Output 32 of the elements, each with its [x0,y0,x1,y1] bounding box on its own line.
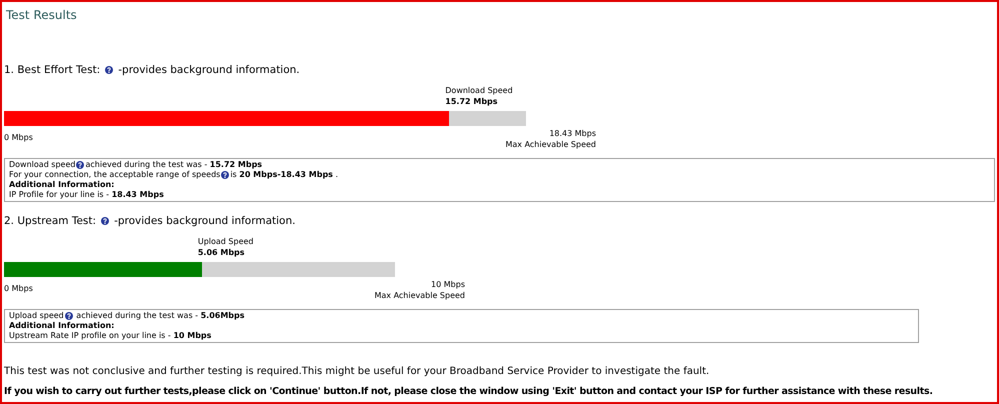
heading-description: -provides background information. [118,63,300,77]
help-icon[interactable] [64,312,73,320]
info-line: IP Profile for your line is - 18.43 Mbps [9,190,164,200]
speed-label: Upload Speed [198,236,254,247]
help-icon[interactable] [76,161,84,169]
help-icon[interactable] [105,66,114,74]
info-subheading: Additional Information: [9,321,114,331]
info-text: Upload speed [9,311,64,321]
speed-value: 5.06 Mbps [198,247,245,258]
speed-value: 15.72 Mbps [445,96,498,107]
info-text: achieved during the test was - 15.72 Mbps [85,160,262,170]
test-heading: 1. Best Effort Test: [4,63,100,77]
info-subheading: Additional Information: [9,180,114,190]
result-note: This test was not conclusive and further testing is required.This might be useful for your Broadband Service Provider to investigate the fault. [4,365,710,378]
page-title: Test Results [6,7,77,23]
info-line: Upstream Rate IP profile on your line is - 10 Mbps [9,331,212,341]
max-speed-value: 18.43 Mbps [549,128,596,139]
help-icon[interactable] [221,171,230,179]
min-speed-label: 0 Mbps [4,283,33,294]
info-text: achieved during the test was - 5.06Mbps [75,311,245,321]
info-text: For your connection, the acceptable range of speeds [9,170,220,180]
test-heading: 2. Upstream Test: [4,214,96,228]
info-text: Download speed [9,160,76,170]
speed-label: Download Speed [445,85,513,96]
max-speed-label: Max Achievable Speed [505,139,596,150]
min-speed-label: 0 Mbps [4,132,33,143]
max-speed-value: 10 Mbps [431,279,465,290]
instruction-text: If you wish to carry out further tests,please click on 'Continue' button.If not, please close the window using 'Exit' button and contact your ISP for further assistance with these results. [4,386,933,398]
help-icon[interactable] [101,217,110,225]
info-text: is 20 Mbps-18.43 Mbps . [230,170,338,180]
max-speed-label: Max Achievable Speed [374,290,465,301]
heading-description: -provides background information. [114,214,296,228]
